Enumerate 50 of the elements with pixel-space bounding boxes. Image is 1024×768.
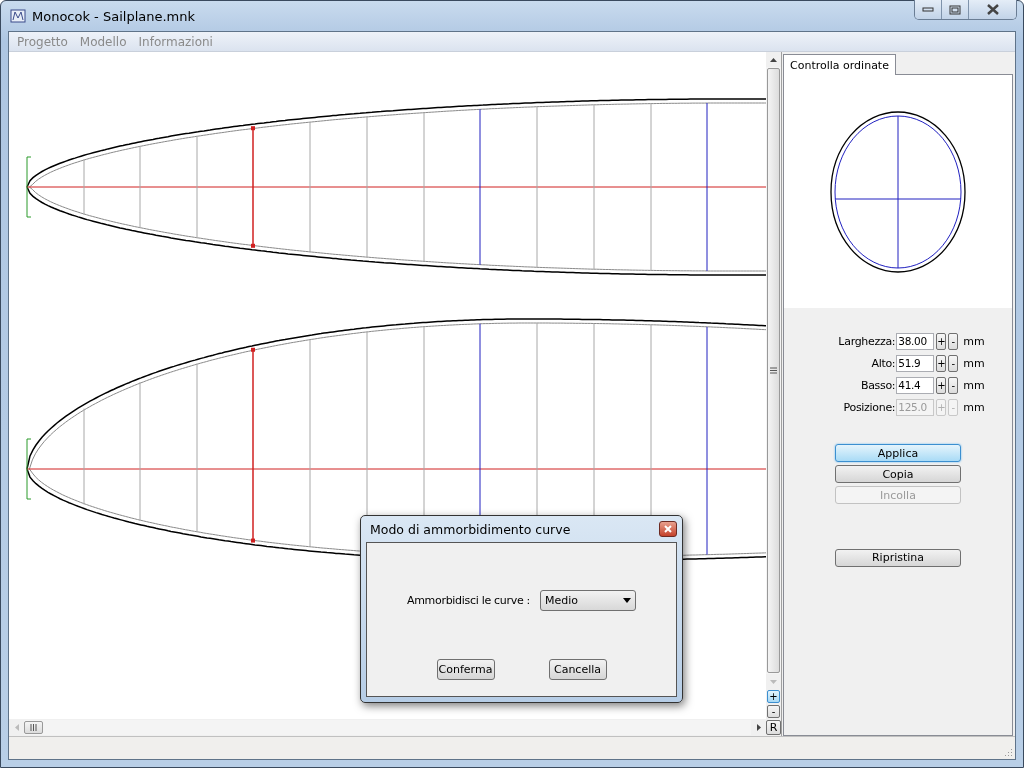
right-arrow-icon — [756, 724, 761, 731]
close-icon — [985, 4, 1000, 15]
field-label: Basso: — [859, 378, 896, 392]
tab[interactable]: Controlla ordinate — [783, 54, 896, 75]
scrollbar-thumb[interactable] — [767, 68, 780, 673]
close-button[interactable] — [969, 0, 1016, 19]
scrollbar-thumb[interactable] — [24, 721, 43, 734]
increment-button[interactable]: + — [936, 376, 947, 394]
minimize-icon — [922, 6, 934, 13]
decrement-button[interactable]: - — [948, 354, 959, 372]
reset-view-button[interactable]: R — [766, 720, 781, 735]
number-input[interactable]: 41.4 — [896, 376, 935, 394]
close-icon — [664, 525, 672, 533]
decrement-button[interactable]: - — [948, 332, 959, 350]
maximize-icon — [949, 4, 961, 15]
dialog-button[interactable]: Conferma — [436, 659, 495, 680]
action-button[interactable]: Applica — [835, 444, 961, 462]
zoom-button[interactable]: - — [767, 705, 780, 718]
grip-icon — [30, 724, 37, 731]
field-label: Posizione: — [842, 400, 896, 414]
unit-label: mm — [963, 356, 985, 370]
maximize-button[interactable] — [942, 0, 969, 19]
unit-label: mm — [963, 400, 985, 414]
decrement-button[interactable]: - — [948, 376, 959, 394]
caret-icon — [623, 598, 632, 603]
increment-button[interactable]: + — [936, 332, 947, 350]
left-arrow-icon — [14, 724, 19, 731]
scroll-right-button[interactable] — [751, 720, 766, 735]
field-label: Alto: — [870, 356, 896, 370]
dialog-button[interactable]: Cancella — [548, 659, 607, 680]
resize-grip-icon — [1003, 747, 1013, 757]
number-input[interactable]: 38.00 — [896, 332, 935, 350]
smoothing-dropdown[interactable]: Medio — [540, 590, 637, 611]
grip-icon — [770, 367, 777, 374]
field-label: Ammorbidisci le curve : — [406, 594, 531, 607]
dialog-title: Modo di ammorbidimento curve — [370, 521, 571, 537]
unit-label: mm — [963, 378, 985, 392]
down-arrow-icon — [770, 679, 777, 684]
reset-button[interactable]: Ripristina — [835, 548, 961, 567]
zoom-button[interactable]: + — [767, 690, 780, 703]
window-title: Monocok - Sailplane.mnk — [32, 8, 196, 24]
up-arrow-icon — [770, 57, 777, 62]
dialog-close-button[interactable] — [659, 521, 677, 537]
minimize-button[interactable] — [915, 0, 942, 19]
increment-button[interactable]: + — [936, 354, 947, 372]
app-icon — [10, 8, 26, 24]
field-label: Larghezza: — [837, 334, 896, 348]
unit-label: mm — [963, 334, 985, 348]
number-input[interactable]: 51.9 — [896, 354, 935, 372]
action-button[interactable]: Copia — [835, 465, 961, 483]
